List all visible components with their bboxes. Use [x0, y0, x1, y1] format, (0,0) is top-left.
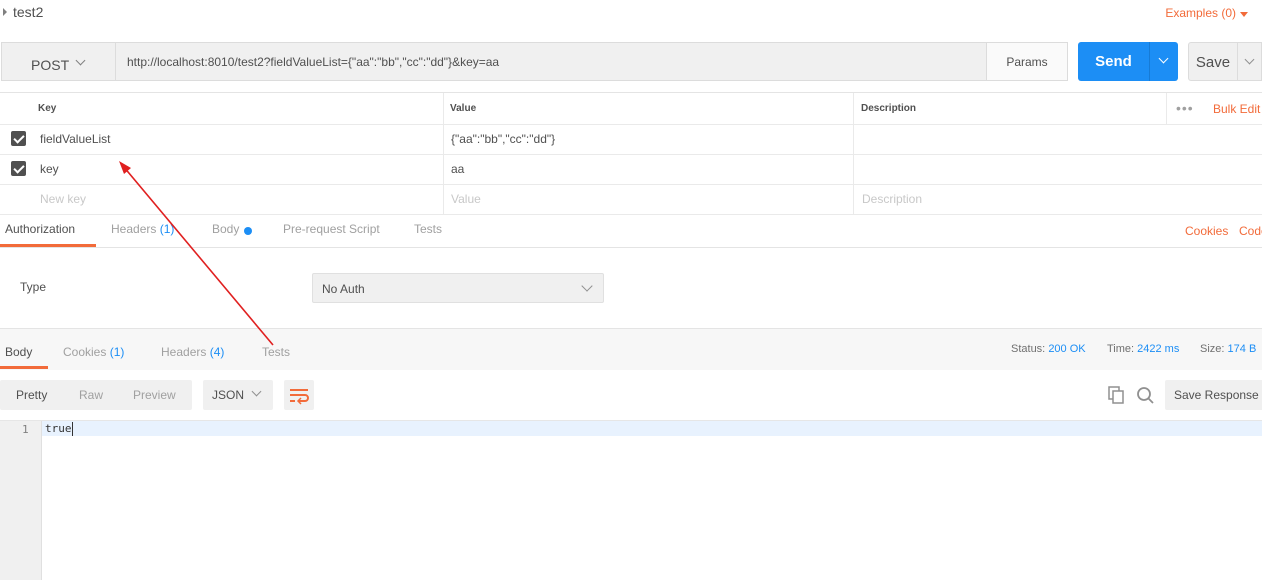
tab-label: Cookies: [63, 345, 107, 359]
size-value[interactable]: 174 B: [1228, 343, 1257, 355]
checkbox-checked-icon[interactable]: [11, 161, 26, 176]
view-mode-group: Pretty Raw Preview: [0, 380, 192, 410]
params-button[interactable]: Params: [986, 42, 1068, 81]
header-value: Value: [450, 103, 477, 114]
new-key-input[interactable]: New key: [40, 192, 86, 206]
more-options-icon[interactable]: •••: [1176, 100, 1194, 116]
response-tab-tests[interactable]: Tests: [262, 345, 290, 359]
size-label: Size:: [1200, 343, 1225, 355]
chevron-down-icon: [251, 386, 262, 397]
chevron-down-icon: [1158, 53, 1169, 64]
save-button[interactable]: Save: [1188, 42, 1238, 81]
cookies-link[interactable]: Cookies: [1185, 224, 1228, 238]
status-label: Status:: [1011, 343, 1046, 355]
checkbox-checked-icon[interactable]: [11, 131, 26, 146]
url-input[interactable]: http://localhost:8010/test2?fieldValueLi…: [116, 42, 987, 81]
save-response-label: Save Response: [1174, 388, 1259, 402]
header-description: Description: [861, 103, 917, 114]
status-value[interactable]: 200 OK: [1048, 343, 1085, 355]
params-label: Params: [1006, 55, 1048, 69]
request-title-bar: test2 Examples (0): [0, 0, 1262, 28]
save-label: Save: [1195, 54, 1231, 71]
format-label: JSON: [212, 388, 245, 402]
response-body-text[interactable]: true: [45, 422, 72, 435]
copy-icon[interactable]: [1107, 386, 1125, 409]
bulk-edit-link[interactable]: Bulk Edit: [1213, 102, 1260, 116]
headers-count: (1): [159, 222, 175, 236]
param-value[interactable]: {"aa":"bb","cc":"dd"}: [451, 132, 555, 146]
param-value[interactable]: aa: [451, 162, 464, 176]
active-line-highlight: [42, 421, 1262, 436]
tab-pre-request-script[interactable]: Pre-request Script: [283, 222, 380, 236]
body-indicator-dot: [244, 227, 252, 235]
new-param-row: New key Value Description: [0, 184, 1262, 215]
save-options-button[interactable]: [1238, 42, 1262, 81]
tab-headers[interactable]: Headers (1): [111, 222, 174, 236]
param-key[interactable]: key: [40, 162, 59, 176]
send-label: Send: [1095, 53, 1132, 70]
auth-type-select[interactable]: No Auth: [312, 273, 604, 303]
new-value-input[interactable]: Value: [451, 192, 481, 206]
url-text: http://localhost:8010/test2?fieldValueLi…: [127, 55, 500, 69]
tab-label: Headers: [161, 345, 207, 359]
caret-down-icon[interactable]: [1240, 12, 1248, 17]
response-header-bar: Body Cookies (1) Headers (4) Tests Statu…: [0, 328, 1262, 371]
examples-dropdown[interactable]: Examples (0): [1165, 6, 1236, 20]
tab-body[interactable]: Body: [212, 222, 239, 236]
tab-authorization[interactable]: Authorization: [5, 222, 75, 236]
tab-tests[interactable]: Tests: [414, 222, 442, 236]
param-key[interactable]: fieldValueList: [40, 132, 111, 146]
table-header-row: Key Value Description ••• Bulk Edit: [0, 93, 1262, 125]
time-value[interactable]: 2422 ms: [1137, 343, 1179, 355]
line-number-gutter: 1: [0, 421, 42, 580]
response-toolbar: Pretty Raw Preview JSON Save Response: [0, 370, 1262, 420]
pretty-button[interactable]: Pretty: [16, 388, 47, 402]
search-icon[interactable]: [1136, 386, 1154, 409]
time-readout: Time: 2422 ms: [1107, 343, 1179, 355]
preview-button[interactable]: Preview: [133, 388, 176, 402]
active-tab-indicator: [0, 366, 48, 369]
line-number: 1: [22, 423, 29, 436]
cookies-count: (1): [109, 345, 125, 359]
save-response-button[interactable]: Save Response: [1165, 380, 1262, 410]
table-row: key aa: [0, 154, 1262, 185]
response-tab-body[interactable]: Body: [5, 345, 32, 359]
headers-count: (4): [209, 345, 225, 359]
raw-button[interactable]: Raw: [79, 388, 103, 402]
tab-label: Headers: [111, 222, 157, 236]
response-body-editor[interactable]: 1 true: [0, 420, 1262, 580]
response-tab-headers[interactable]: Headers (4): [161, 345, 224, 359]
chevron-down-icon: [581, 280, 593, 292]
chevron-down-icon: [75, 55, 86, 66]
new-description-input[interactable]: Description: [862, 192, 922, 206]
method-label: POST: [31, 57, 70, 73]
auth-type-label: Type: [20, 280, 47, 294]
response-tab-cookies[interactable]: Cookies (1): [63, 345, 124, 359]
header-key: Key: [38, 103, 57, 114]
size-readout: Size: 174 B: [1200, 343, 1256, 355]
request-name[interactable]: test2: [13, 4, 43, 20]
params-table: Key Value Description ••• Bulk Edit fiel…: [0, 92, 1262, 215]
format-select[interactable]: JSON: [203, 380, 273, 410]
time-label: Time:: [1107, 343, 1135, 355]
method-select[interactable]: POST: [1, 42, 116, 81]
auth-type-value: No Auth: [322, 282, 365, 296]
chevron-down-icon: [1244, 54, 1255, 65]
send-options-button[interactable]: [1149, 42, 1178, 81]
wrap-lines-icon: [290, 389, 309, 405]
table-row: fieldValueList {"aa":"bb","cc":"dd"}: [0, 124, 1262, 155]
active-tab-indicator: [0, 244, 96, 247]
send-button[interactable]: Send: [1078, 42, 1149, 81]
wrap-lines-button[interactable]: [284, 380, 314, 410]
status-readout: Status: 200 OK: [1011, 343, 1086, 355]
request-tabs: Authorization Headers (1) Body Pre-reque…: [0, 215, 1262, 248]
triangle-right-icon[interactable]: [3, 8, 7, 16]
text-cursor: [72, 422, 73, 436]
code-link[interactable]: Code: [1239, 224, 1262, 238]
